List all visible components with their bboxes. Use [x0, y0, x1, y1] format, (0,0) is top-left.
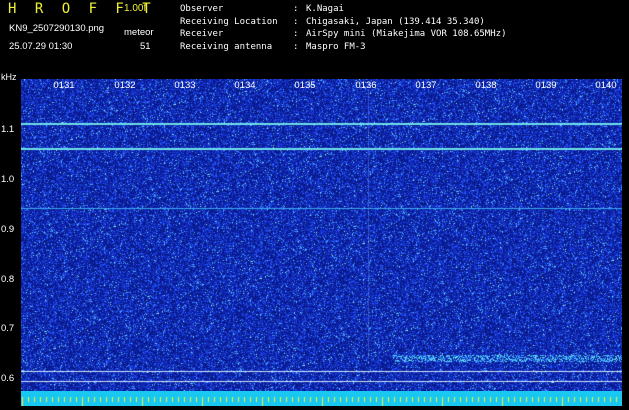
freq-label-1-1: 1.1	[1, 124, 15, 135]
time-label-0138: 0138	[475, 80, 497, 91]
freq-label-0-7: 0.7	[1, 323, 15, 334]
meteor-count: 51	[140, 41, 151, 52]
info-row-observer: Observer: K.Nagai	[180, 4, 344, 14]
frequency-unit-label: kHz	[1, 72, 17, 82]
spectrogram-canvas	[21, 79, 622, 391]
time-label-0133: 0133	[174, 80, 196, 91]
freq-label-0-9: 0.9	[1, 224, 15, 235]
time-label-0140: 0140	[595, 80, 617, 91]
freq-label-1-0: 1.0	[1, 174, 15, 185]
spectrogram-plot	[21, 79, 622, 400]
meteor-label: meteor	[124, 27, 154, 38]
time-label-0134: 0134	[234, 80, 256, 91]
info-row-antenna: Receiving antenna: Maspro FM-3	[180, 41, 366, 52]
station-info: Observer: K.Nagai Receiving Location: Chig…	[180, 3, 506, 53]
time-label-0135: 0135	[294, 80, 316, 91]
file-name: KN9_2507290130.png	[9, 23, 105, 34]
info-row-receiver: Receiver: AirSpy mini (Miakejima VOR 108.…	[180, 29, 507, 39]
info-row-location: Receiving Location: Chigasaki, Japan (139…	[180, 16, 485, 27]
bottom-marker-bar	[21, 391, 622, 406]
freq-label-0-8: 0.8	[1, 274, 15, 285]
freq-label-0-6: 0.6	[1, 373, 15, 384]
date-time: 25.07.29 01:30	[9, 41, 73, 52]
minute-markers	[21, 397, 622, 406]
time-label-0136: 0136	[355, 80, 377, 91]
header-panel: H R O F F T 1.00f KN9_2507290130.png met…	[0, 0, 629, 78]
time-label-0137: 0137	[415, 80, 437, 91]
time-label-0132: 0132	[114, 80, 136, 91]
version-label: 1.00f	[124, 3, 147, 14]
time-label-0139: 0139	[535, 80, 557, 91]
time-label-0131: 0131	[53, 80, 75, 91]
